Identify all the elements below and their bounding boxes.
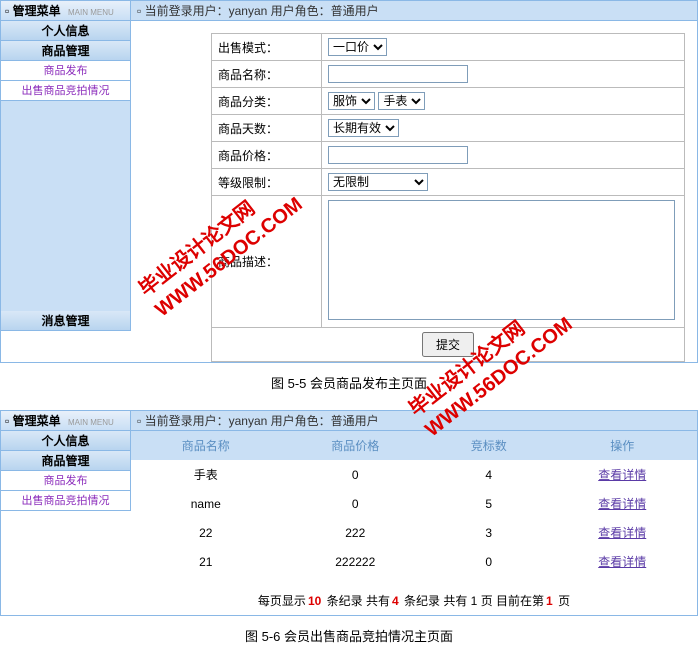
category1-select[interactable]: 服饰: [328, 92, 375, 110]
caption-5-5: 图 5-5 会员商品发布主页面: [0, 363, 698, 410]
detail-link[interactable]: 查看详情: [598, 555, 646, 569]
product-name-input[interactable]: [328, 65, 468, 83]
main-publish: ▫ 当前登录用户：yanyan 用户角色：普通用户 出售模式： 一口价 商品名称…: [131, 1, 697, 362]
sidebar-2: ▫ 管理菜单 MAIN MENU 个人信息 商品管理 商品发布 出售商品竞拍情况: [1, 411, 131, 511]
sidebar-item-auction[interactable]: 出售商品竞拍情况: [1, 81, 130, 101]
sidebar-title: 管理菜单: [13, 4, 61, 18]
sidebar-item-product[interactable]: 商品管理: [1, 41, 130, 61]
level-select[interactable]: 无限制: [328, 173, 428, 191]
submit-button[interactable]: 提交: [422, 332, 474, 357]
sidebar-header: ▫ 管理菜单 MAIN MENU: [1, 1, 130, 21]
label-product-name: 商品名称：: [212, 61, 322, 88]
label-level: 等级限制：: [212, 169, 322, 196]
sidebar: ▫ 管理菜单 MAIN MENU 个人信息 商品管理 商品发布 出售商品竞拍情况…: [1, 1, 131, 331]
label-price: 商品价格：: [212, 142, 322, 169]
sale-mode-select[interactable]: 一口价: [328, 38, 387, 56]
sidebar-item-publish[interactable]: 商品发布: [1, 61, 130, 81]
sidebar-header-2: ▫ 管理菜单 MAIN MENU: [1, 411, 130, 431]
status-text: 当前登录用户：yanyan 用户角色：普通用户: [145, 4, 379, 18]
label-sale-mode: 出售模式：: [212, 34, 322, 61]
sidebar-subtitle: MAIN MENU: [68, 8, 114, 17]
sidebar-item-publish-2[interactable]: 商品发布: [1, 471, 130, 491]
sidebar-item-message[interactable]: 消息管理: [1, 311, 130, 331]
sidebar-subtitle-2: MAIN MENU: [68, 418, 114, 427]
status-text-2: 当前登录用户：yanyan 用户角色：普通用户: [145, 414, 379, 428]
detail-link[interactable]: 查看详情: [598, 468, 646, 482]
sidebar-item-personal[interactable]: 个人信息: [1, 21, 130, 41]
days-select[interactable]: 长期有效: [328, 119, 399, 137]
th-bids: 竞标数: [430, 431, 547, 460]
main-auction: ▫ 当前登录用户：yanyan 用户角色：普通用户 商品名称 商品价格 竞标数 …: [131, 411, 697, 615]
table-header-row: 商品名称 商品价格 竞标数 操作: [131, 431, 697, 460]
th-price: 商品价格: [281, 431, 431, 460]
th-name: 商品名称: [131, 431, 281, 460]
table-row: 手表04查看详情: [131, 460, 697, 489]
screenshot-publish: ▫ 管理菜单 MAIN MENU 个人信息 商品管理 商品发布 出售商品竞拍情况…: [0, 0, 698, 363]
data-table: 商品名称 商品价格 竞标数 操作 手表04查看详情 name05查看详情 222…: [131, 431, 697, 576]
label-desc: 商品描述：: [212, 196, 322, 328]
table-row: 212222220查看详情: [131, 547, 697, 576]
form-area: 出售模式： 一口价 商品名称： 商品分类： 服饰 手表 商品天数： 长期有效 商…: [131, 21, 697, 362]
price-input[interactable]: [328, 146, 468, 164]
category2-select[interactable]: 手表: [378, 92, 425, 110]
table-row: 222223查看详情: [131, 518, 697, 547]
form-table: 出售模式： 一口价 商品名称： 商品分类： 服饰 手表 商品天数： 长期有效 商…: [211, 33, 685, 362]
sidebar-item-product-2[interactable]: 商品管理: [1, 451, 130, 471]
sidebar-item-personal-2[interactable]: 个人信息: [1, 431, 130, 451]
status-bar-2: ▫ 当前登录用户：yanyan 用户角色：普通用户: [131, 411, 697, 431]
detail-link[interactable]: 查看详情: [598, 526, 646, 540]
checkbox-icon: ▫: [5, 414, 9, 428]
sidebar-title-2: 管理菜单: [13, 414, 61, 428]
table-row: name05查看详情: [131, 489, 697, 518]
screenshot-auction: ▫ 管理菜单 MAIN MENU 个人信息 商品管理 商品发布 出售商品竞拍情况…: [0, 410, 698, 616]
label-category: 商品分类：: [212, 88, 322, 115]
checkbox-icon: ▫: [5, 4, 9, 18]
sidebar-gap: [1, 101, 130, 311]
detail-link[interactable]: 查看详情: [598, 497, 646, 511]
label-days: 商品天数：: [212, 115, 322, 142]
status-bar: ▫ 当前登录用户：yanyan 用户角色：普通用户: [131, 1, 697, 21]
th-op: 操作: [547, 431, 697, 460]
desc-textarea[interactable]: [328, 200, 675, 320]
caption-5-6: 图 5-6 会员出售商品竞拍情况主页面: [0, 616, 698, 663]
sidebar-item-auction-2[interactable]: 出售商品竞拍情况: [1, 491, 130, 511]
pager: 每页显示10 条纪录 共有4 条纪录 共有 1 页 目前在第1 页: [131, 576, 697, 615]
